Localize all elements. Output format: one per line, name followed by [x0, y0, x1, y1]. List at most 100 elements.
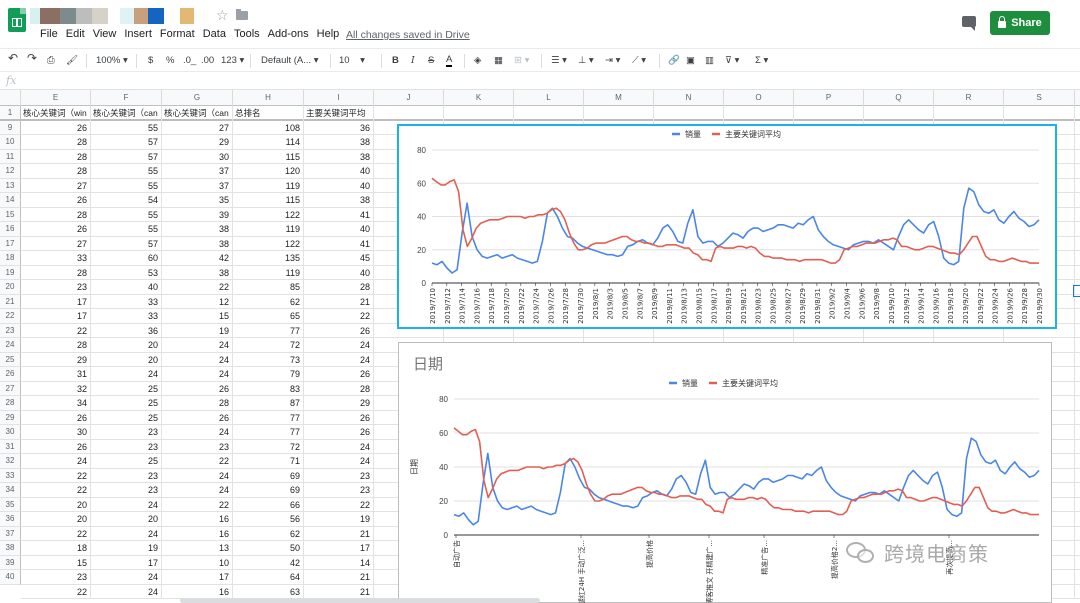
data-cell[interactable]: 40 [91, 280, 162, 295]
horizontal-align-icon[interactable]: ☰ ▾ [551, 54, 567, 67]
data-cell[interactable]: 24 [162, 367, 233, 382]
data-cell[interactable]: 38 [162, 222, 233, 237]
data-cell[interactable]: 42 [162, 251, 233, 266]
data-cell[interactable]: 28 [21, 338, 91, 353]
column-header[interactable]: K [444, 90, 514, 106]
data-cell[interactable]: 23 [91, 483, 162, 498]
data-cell[interactable]: 55 [91, 120, 162, 135]
text-color-button[interactable]: A [446, 54, 453, 67]
currency-button[interactable]: $ [148, 54, 153, 67]
data-cell[interactable]: 23 [91, 439, 162, 454]
data-cell[interactable]: 26 [162, 381, 233, 396]
star-icon[interactable]: ☆ [216, 7, 229, 24]
data-cell[interactable]: 23 [304, 468, 374, 483]
data-cell[interactable]: 66 [233, 497, 304, 512]
row-header[interactable]: 9 [0, 120, 21, 135]
data-cell[interactable]: 26 [304, 323, 374, 338]
data-cell[interactable]: 21 [304, 294, 374, 309]
data-cell[interactable]: 120 [233, 164, 304, 179]
row-header[interactable]: 20 [0, 280, 21, 295]
row-header[interactable]: 13 [0, 178, 21, 193]
series-line[interactable] [431, 187, 1040, 274]
data-cell[interactable]: 65 [233, 309, 304, 324]
fill-color-icon[interactable]: ◈ [474, 54, 481, 67]
redo-icon[interactable]: ↷ [27, 52, 37, 65]
data-cell[interactable]: 40 [304, 164, 374, 179]
data-cell[interactable]: 122 [233, 207, 304, 222]
data-cell[interactable]: 22 [162, 497, 233, 512]
data-cell[interactable]: 17 [304, 541, 374, 556]
row-header[interactable]: 11 [0, 149, 21, 164]
data-cell[interactable]: 64 [233, 570, 304, 585]
menu-item-help[interactable]: Help [317, 28, 340, 40]
data-cell[interactable]: 23 [91, 425, 162, 440]
folder-icon[interactable] [236, 9, 248, 20]
data-cell[interactable]: 17 [21, 309, 91, 324]
data-cell[interactable]: 13 [162, 541, 233, 556]
data-cell[interactable]: 23 [304, 483, 374, 498]
row-header[interactable]: 27 [0, 381, 21, 396]
data-cell[interactable]: 36 [91, 323, 162, 338]
column-header[interactable]: O [724, 90, 794, 106]
data-cell[interactable]: 26 [304, 410, 374, 425]
empty-cell[interactable] [864, 106, 934, 121]
empty-cell[interactable] [584, 106, 654, 121]
merge-cells-icon[interactable]: ⊞ ▾ [514, 54, 529, 67]
column-header[interactable]: Q [864, 90, 934, 106]
data-cell[interactable]: 122 [233, 236, 304, 251]
row-header[interactable]: 33 [0, 468, 21, 483]
column-header[interactable]: J [374, 90, 444, 106]
data-cell[interactable]: 19 [304, 512, 374, 527]
data-cell[interactable]: 83 [233, 381, 304, 396]
data-cell[interactable]: 22 [304, 309, 374, 324]
data-cell[interactable]: 17 [91, 555, 162, 570]
data-cell[interactable]: 22 [21, 526, 91, 541]
data-cell[interactable]: 56 [233, 512, 304, 527]
column-header[interactable]: P [794, 90, 864, 106]
data-cell[interactable]: 119 [233, 178, 304, 193]
data-cell[interactable]: 57 [91, 149, 162, 164]
data-cell[interactable]: 135 [233, 251, 304, 266]
data-cell[interactable]: 27 [21, 178, 91, 193]
data-cell[interactable]: 28 [21, 207, 91, 222]
row-header[interactable]: 40 [0, 570, 21, 585]
data-cell[interactable]: 26 [162, 410, 233, 425]
data-cell[interactable]: 20 [21, 512, 91, 527]
data-cell[interactable]: 37 [162, 178, 233, 193]
menu-item-insert[interactable]: Insert [124, 28, 152, 40]
data-cell[interactable]: 73 [233, 352, 304, 367]
data-cell[interactable]: 55 [91, 207, 162, 222]
data-cell[interactable]: 69 [233, 483, 304, 498]
data-cell[interactable]: 25 [91, 381, 162, 396]
menu-item-view[interactable]: View [93, 28, 117, 40]
data-cell[interactable]: 38 [304, 135, 374, 150]
data-cell[interactable]: 12 [162, 294, 233, 309]
row-header[interactable]: 24 [0, 338, 21, 353]
series-line[interactable] [453, 437, 1040, 526]
data-cell[interactable]: 21 [304, 570, 374, 585]
data-cell[interactable]: 28 [21, 135, 91, 150]
data-cell[interactable]: 23 [91, 468, 162, 483]
row-header[interactable]: 22 [0, 309, 21, 324]
select-all-corner[interactable] [0, 90, 21, 106]
data-cell[interactable]: 85 [233, 280, 304, 295]
empty-cell[interactable] [514, 106, 584, 121]
row-header[interactable]: 38 [0, 541, 21, 556]
data-cell[interactable]: 55 [91, 178, 162, 193]
series-line[interactable] [453, 427, 1039, 516]
series-line[interactable] [431, 177, 1039, 264]
data-cell[interactable]: 22 [21, 323, 91, 338]
zoom-select[interactable]: 100% ▾ [96, 54, 128, 67]
menu-item-edit[interactable]: Edit [66, 28, 85, 40]
data-cell[interactable]: 57 [91, 236, 162, 251]
data-cell[interactable]: 22 [21, 468, 91, 483]
row-header[interactable]: 31 [0, 439, 21, 454]
data-cell[interactable]: 15 [162, 309, 233, 324]
italic-button[interactable]: I [411, 54, 415, 67]
data-cell[interactable]: 28 [21, 149, 91, 164]
row-header[interactable]: 32 [0, 454, 21, 469]
data-cell[interactable]: 24 [91, 570, 162, 585]
column-header[interactable]: N [654, 90, 724, 106]
data-cell[interactable]: 26 [21, 410, 91, 425]
column-header[interactable]: E [21, 90, 91, 106]
